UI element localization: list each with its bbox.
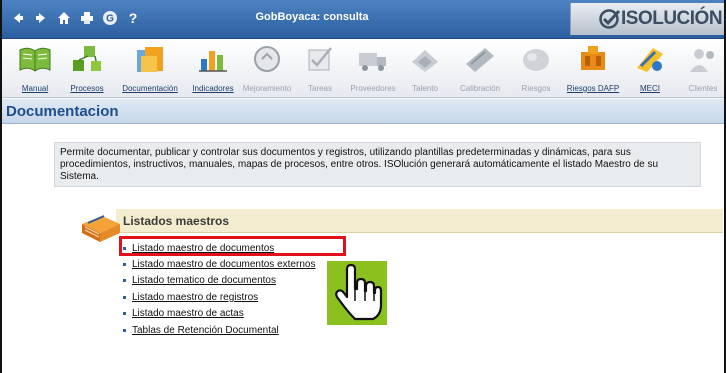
check-logo-icon xyxy=(599,9,621,29)
meci-icon xyxy=(637,48,663,72)
module-label: Riesgos xyxy=(521,84,551,93)
module-proveedores[interactable]: Proveedores xyxy=(348,42,398,97)
link-listado-tematico[interactable]: Listado tematico de documentos xyxy=(132,275,276,286)
clients-icon xyxy=(690,49,714,72)
risk-dafp-icon xyxy=(581,46,605,70)
process-cubes-icon xyxy=(73,46,101,71)
module-talento[interactable]: Talento xyxy=(400,42,450,97)
truck-icon xyxy=(359,53,386,71)
risk-icon xyxy=(523,49,549,71)
list-item: Listado maestro de registros xyxy=(123,289,315,305)
bullet xyxy=(123,279,126,283)
module-meci[interactable]: MECI xyxy=(625,42,675,97)
print-icon[interactable] xyxy=(77,8,97,28)
list-item: Listado maestro de documentos externos xyxy=(123,256,315,272)
module-documentacion[interactable]: Documentación xyxy=(120,42,180,97)
module-tareas[interactable]: Tareas xyxy=(295,42,345,97)
module-indicadores[interactable]: Indicadores xyxy=(188,42,238,97)
module-label: Tareas xyxy=(307,84,332,93)
open-book-icon xyxy=(19,47,51,72)
bar-chart-icon xyxy=(199,51,227,72)
module-label: Proveedores xyxy=(350,84,396,93)
link-tablas-retencion[interactable]: Tablas de Retención Documental xyxy=(132,325,279,336)
module-label: Calibración xyxy=(459,84,501,93)
listados-heading: Listados maestros xyxy=(123,214,230,228)
tasks-icon xyxy=(308,47,332,71)
arrow-left-icon[interactable] xyxy=(8,8,28,28)
module-procesos[interactable]: Procesos xyxy=(62,42,112,97)
people-icon xyxy=(412,50,438,72)
arrow-right-icon[interactable] xyxy=(31,8,51,28)
module-clientes[interactable]: Clientes xyxy=(678,42,724,97)
module-label: MECI xyxy=(640,84,660,93)
listados-header: Listados maestros xyxy=(116,209,723,233)
link-listado-registros[interactable]: Listado maestro de registros xyxy=(132,292,258,303)
page-title: Documentacion xyxy=(6,103,119,120)
list-item: Listado maestro de actas xyxy=(123,306,315,322)
module-mejoramiento[interactable]: Mejoramiento xyxy=(242,42,292,97)
help-icon[interactable]: ? xyxy=(123,8,143,28)
module-manual[interactable]: Manual xyxy=(10,42,60,97)
highlight-box xyxy=(119,236,346,256)
link-listado-documentos-externos[interactable]: Listado maestro de documentos externos xyxy=(132,259,315,270)
module-calibracion[interactable]: Calibración xyxy=(455,42,505,97)
pointer-hand-annotation xyxy=(327,261,387,325)
folders-icon xyxy=(137,47,163,72)
svg-text:G: G xyxy=(106,14,114,25)
module-label: Procesos xyxy=(70,84,104,93)
list-item: Tablas de Retención Documental xyxy=(123,322,315,338)
section-header: Documentacion xyxy=(2,99,724,124)
books-icon xyxy=(82,215,120,242)
top-toolbar: G ? GobBoyaca: consulta ISOLUCIÓN V3 xyxy=(2,0,726,39)
module-bar: Manual Procesos Documentación Indicadore… xyxy=(2,40,724,98)
module-label: Indicadores xyxy=(192,84,234,93)
module-label: Talento xyxy=(412,84,438,93)
home-icon[interactable] xyxy=(54,8,74,28)
isolucion-logo: ISOLUCIÓN V3 xyxy=(570,3,726,35)
google-icon[interactable]: G xyxy=(100,8,120,28)
bullet xyxy=(123,263,126,267)
cycle-icon xyxy=(254,46,280,72)
link-listado-actas[interactable]: Listado maestro de actas xyxy=(132,308,244,319)
module-label: Mejoramiento xyxy=(242,84,292,93)
pointer-hand-icon xyxy=(335,263,383,321)
module-label: Riesgos DAFP xyxy=(566,84,620,93)
module-label: Documentación xyxy=(122,84,178,93)
module-riesgos[interactable]: Riesgos xyxy=(511,42,561,97)
list-item: Listado tematico de documentos xyxy=(123,273,315,289)
logo-text: ISOLUCIÓN xyxy=(621,8,723,29)
module-description: Permite documentar, publicar y controlar… xyxy=(54,142,701,187)
bullet xyxy=(123,328,126,332)
module-riesgos-dafp[interactable]: Riesgos DAFP xyxy=(565,42,621,97)
app-title: GobBoyaca: consulta xyxy=(255,11,369,23)
calibration-icon xyxy=(466,48,494,72)
app-window: G ? GobBoyaca: consulta ISOLUCIÓN V3 xyxy=(0,0,726,373)
svg-text:?: ? xyxy=(129,10,138,26)
bullet xyxy=(123,312,126,316)
module-label: Manual xyxy=(21,84,49,93)
bullet xyxy=(123,295,126,299)
module-label: Clientes xyxy=(688,84,718,93)
